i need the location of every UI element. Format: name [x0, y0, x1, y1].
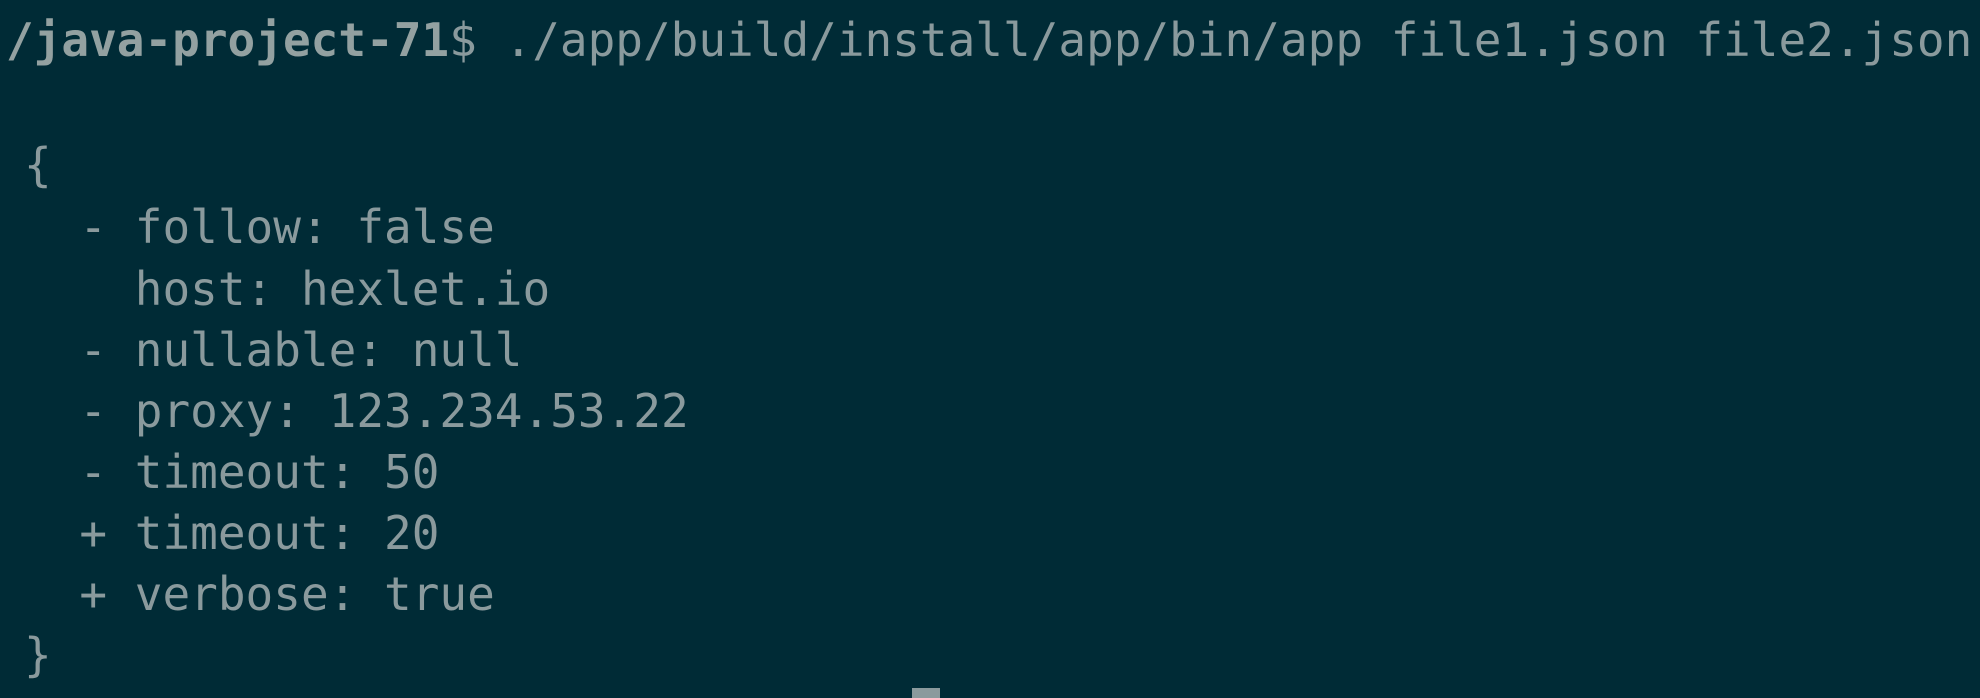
prompt-path: /java-project-71: [6, 13, 450, 67]
output-line: - nullable: null: [24, 323, 523, 377]
output-line: - follow: false: [24, 200, 495, 254]
output-line: + verbose: true: [24, 567, 495, 621]
output-line: host: hexlet.io: [24, 262, 551, 316]
terminal-window[interactable]: /java-project-71$ ./app/build/install/ap…: [0, 0, 1980, 698]
output-line: + timeout: 20: [24, 506, 440, 560]
command-line: /java-project-71$ ./app/build/install/ap…: [6, 10, 1972, 71]
prompt-symbol: $: [449, 13, 477, 67]
output-line: - proxy: 123.234.53.22: [24, 384, 689, 438]
output-line: {: [24, 138, 52, 192]
output-line: - timeout: 50: [24, 445, 440, 499]
text-cursor: [912, 688, 940, 698]
command-text: ./app/build/install/app/bin/app file1.js…: [476, 13, 1973, 67]
output-line: }: [24, 628, 52, 682]
